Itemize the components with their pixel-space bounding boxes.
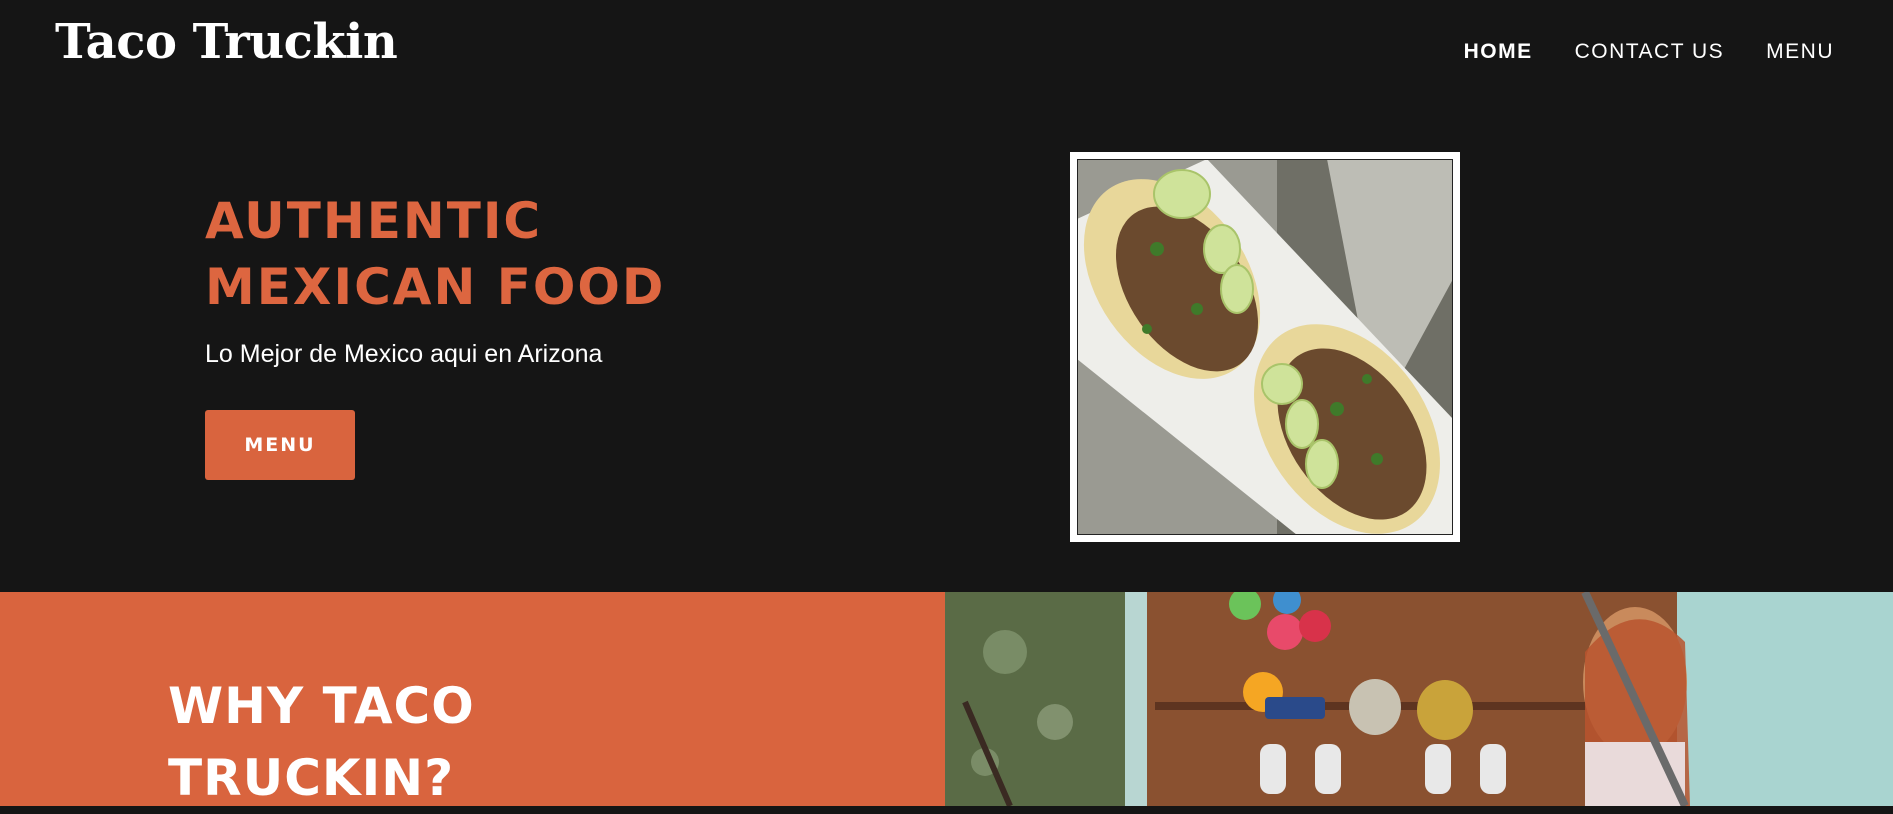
hero-title-line-1: AUTHENTIC <box>205 192 543 250</box>
nav-menu-link[interactable]: MENU <box>1766 40 1834 64</box>
why-title-line-2: TRUCKIN? <box>168 749 455 807</box>
main-nav: HOME CONTACT US MENU <box>1464 40 1834 64</box>
food-truck-photo <box>945 592 1893 806</box>
hero-title-line-2: MEXICAN FOOD <box>205 258 666 316</box>
tacos-photo-frame <box>1070 152 1460 542</box>
nav-contact-link[interactable]: CONTACT US <box>1575 40 1725 64</box>
hero-title: AUTHENTIC MEXICAN FOOD <box>205 188 765 320</box>
tacos-photo <box>1077 159 1453 535</box>
why-section: WHY TACO TRUCKIN? <box>0 592 945 807</box>
food-truck-image <box>945 592 1893 806</box>
why-title: WHY TACO TRUCKIN? <box>168 670 668 814</box>
nav-home-link[interactable]: HOME <box>1464 40 1533 64</box>
hero-subtitle: Lo Mejor de Mexico aqui en Arizona <box>205 340 603 368</box>
site-header: Taco Truckin HOME CONTACT US MENU <box>0 0 1893 100</box>
hero-text-block: AUTHENTIC MEXICAN FOOD Lo Mejor de Mexic… <box>205 188 765 369</box>
site-logo[interactable]: Taco Truckin <box>55 14 398 70</box>
why-title-line-1: WHY TACO <box>168 677 475 735</box>
hero-menu-button[interactable]: MENU <box>205 410 355 480</box>
